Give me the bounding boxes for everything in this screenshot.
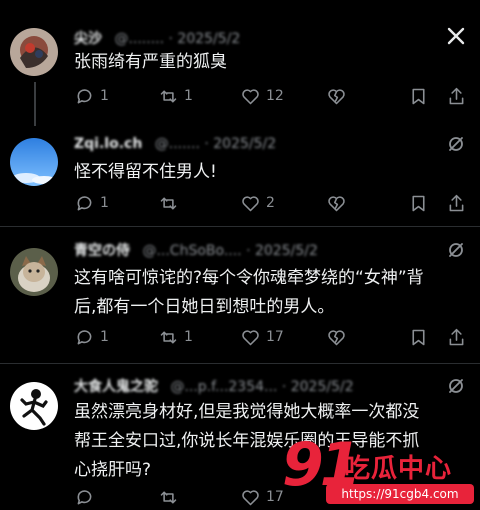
watermark-brand: 吃瓜中心 [344, 454, 453, 484]
thread-connector [34, 82, 36, 126]
repost-icon [160, 490, 177, 504]
watermark-url: https://91cgb4.com [326, 484, 474, 504]
reply-icon [77, 489, 92, 504]
post-header: Zqi.lo.ch @....... · 2025/5/2 [74, 136, 420, 156]
post-text: 怪不得留不住男人! [74, 162, 217, 182]
like-button[interactable]: 17 [240, 485, 284, 509]
reply-button[interactable]: 1 [74, 325, 109, 349]
reply-icon [77, 329, 92, 344]
post-text-line: 后,都有一个日她日到想吐的男人。 [74, 297, 335, 317]
post-text-line: 这有啥可惊诧的?每个令你魂牵梦绕的“女神”背 [74, 268, 424, 288]
reply-feed: 尖沙 @........ · 2025/5/2 张雨绮有严重的狐臭 1 1 12 [0, 0, 480, 510]
avatar[interactable] [10, 248, 58, 296]
post-meta: @...ChSoBo.... · 2025/5/2 [142, 243, 318, 259]
share-button[interactable] [446, 325, 467, 349]
bookmark-icon [412, 329, 425, 345]
share-icon [449, 87, 464, 104]
repost-button[interactable]: 1 [158, 84, 193, 108]
share-icon [449, 328, 464, 345]
reply-button[interactable]: 1 [74, 84, 109, 108]
repost-count: 1 [184, 88, 193, 104]
reply-button[interactable] [74, 485, 100, 509]
post-text-line: 虽然漂亮身材好,但是我觉得她大概率一次都没 [74, 402, 420, 422]
like-count: 17 [266, 329, 284, 345]
heart-icon [242, 195, 259, 211]
repost-icon [160, 330, 177, 344]
repost-icon [160, 89, 177, 103]
dislike-button[interactable] [326, 84, 347, 108]
post-header: 尖沙 @........ · 2025/5/2 [74, 28, 420, 48]
dislike-button[interactable] [326, 325, 347, 349]
bookmark-button[interactable] [408, 84, 429, 108]
like-button[interactable]: 12 [240, 84, 284, 108]
broken-heart-icon [328, 195, 345, 211]
like-count: 12 [266, 88, 284, 104]
author-name[interactable]: 尖沙 [74, 31, 102, 47]
post-meta: @........ · 2025/5/2 [114, 31, 241, 47]
reply-button[interactable]: 1 [74, 191, 109, 215]
repost-button[interactable]: 1 [158, 325, 193, 349]
divider [0, 226, 480, 227]
avatar[interactable] [10, 382, 58, 430]
post-actions: 1 1 17 [74, 325, 468, 349]
share-button[interactable] [446, 84, 467, 108]
like-button[interactable]: 2 [240, 191, 275, 215]
heart-icon [242, 329, 259, 345]
grok-icon[interactable] [446, 134, 466, 154]
author-name[interactable]: Zqi.lo.ch [74, 136, 142, 152]
bookmark-button[interactable] [408, 325, 429, 349]
post-header: 青空の侍 @...ChSoBo.... · 2025/5/2 [74, 240, 420, 260]
heart-icon [242, 489, 259, 505]
repost-count: 1 [184, 329, 193, 345]
reply-count: 1 [100, 195, 109, 211]
author-name[interactable]: 大食人鬼之驼 [74, 379, 158, 395]
post-text: 张雨绮有严重的狐臭 [74, 52, 227, 72]
like-count: 2 [266, 195, 275, 211]
avatar[interactable] [10, 28, 58, 76]
heart-icon [242, 88, 259, 104]
reply-icon [77, 195, 92, 210]
author-name[interactable]: 青空の侍 [74, 243, 130, 259]
dislike-button[interactable] [326, 191, 347, 215]
bookmark-button[interactable] [408, 191, 429, 215]
grok-icon[interactable] [446, 240, 466, 260]
broken-heart-icon [328, 88, 345, 104]
reply-icon [77, 88, 92, 103]
broken-heart-icon [328, 329, 345, 345]
grok-icon[interactable] [446, 376, 466, 396]
reply-count: 1 [100, 88, 109, 104]
repost-icon [160, 196, 177, 210]
bookmark-icon [412, 88, 425, 104]
post-text: 这有啥可惊诧的?每个令你魂牵梦绕的“女神”背 后,都有一个日她日到想吐的男人。 [74, 264, 456, 322]
post-meta: @....... · 2025/5/2 [154, 136, 277, 152]
site-watermark: 91 吃瓜中心 https://91cgb4.com [282, 430, 478, 508]
like-button[interactable]: 17 [240, 325, 284, 349]
share-icon [449, 194, 464, 211]
post-actions: 1 1 12 [74, 84, 468, 108]
reply-count: 1 [100, 329, 109, 345]
repost-button[interactable] [158, 191, 184, 215]
share-button[interactable] [446, 191, 467, 215]
avatar[interactable] [10, 138, 58, 186]
post-actions: 1 2 [74, 191, 468, 215]
post-meta: @...p.f...2354... · 2025/5/2 [170, 379, 354, 395]
divider [0, 363, 480, 364]
bookmark-icon [412, 195, 425, 211]
post-header: 大食人鬼之驼 @...p.f...2354... · 2025/5/2 [74, 376, 420, 396]
x-logo-icon [446, 26, 466, 46]
repost-button[interactable] [158, 485, 184, 509]
